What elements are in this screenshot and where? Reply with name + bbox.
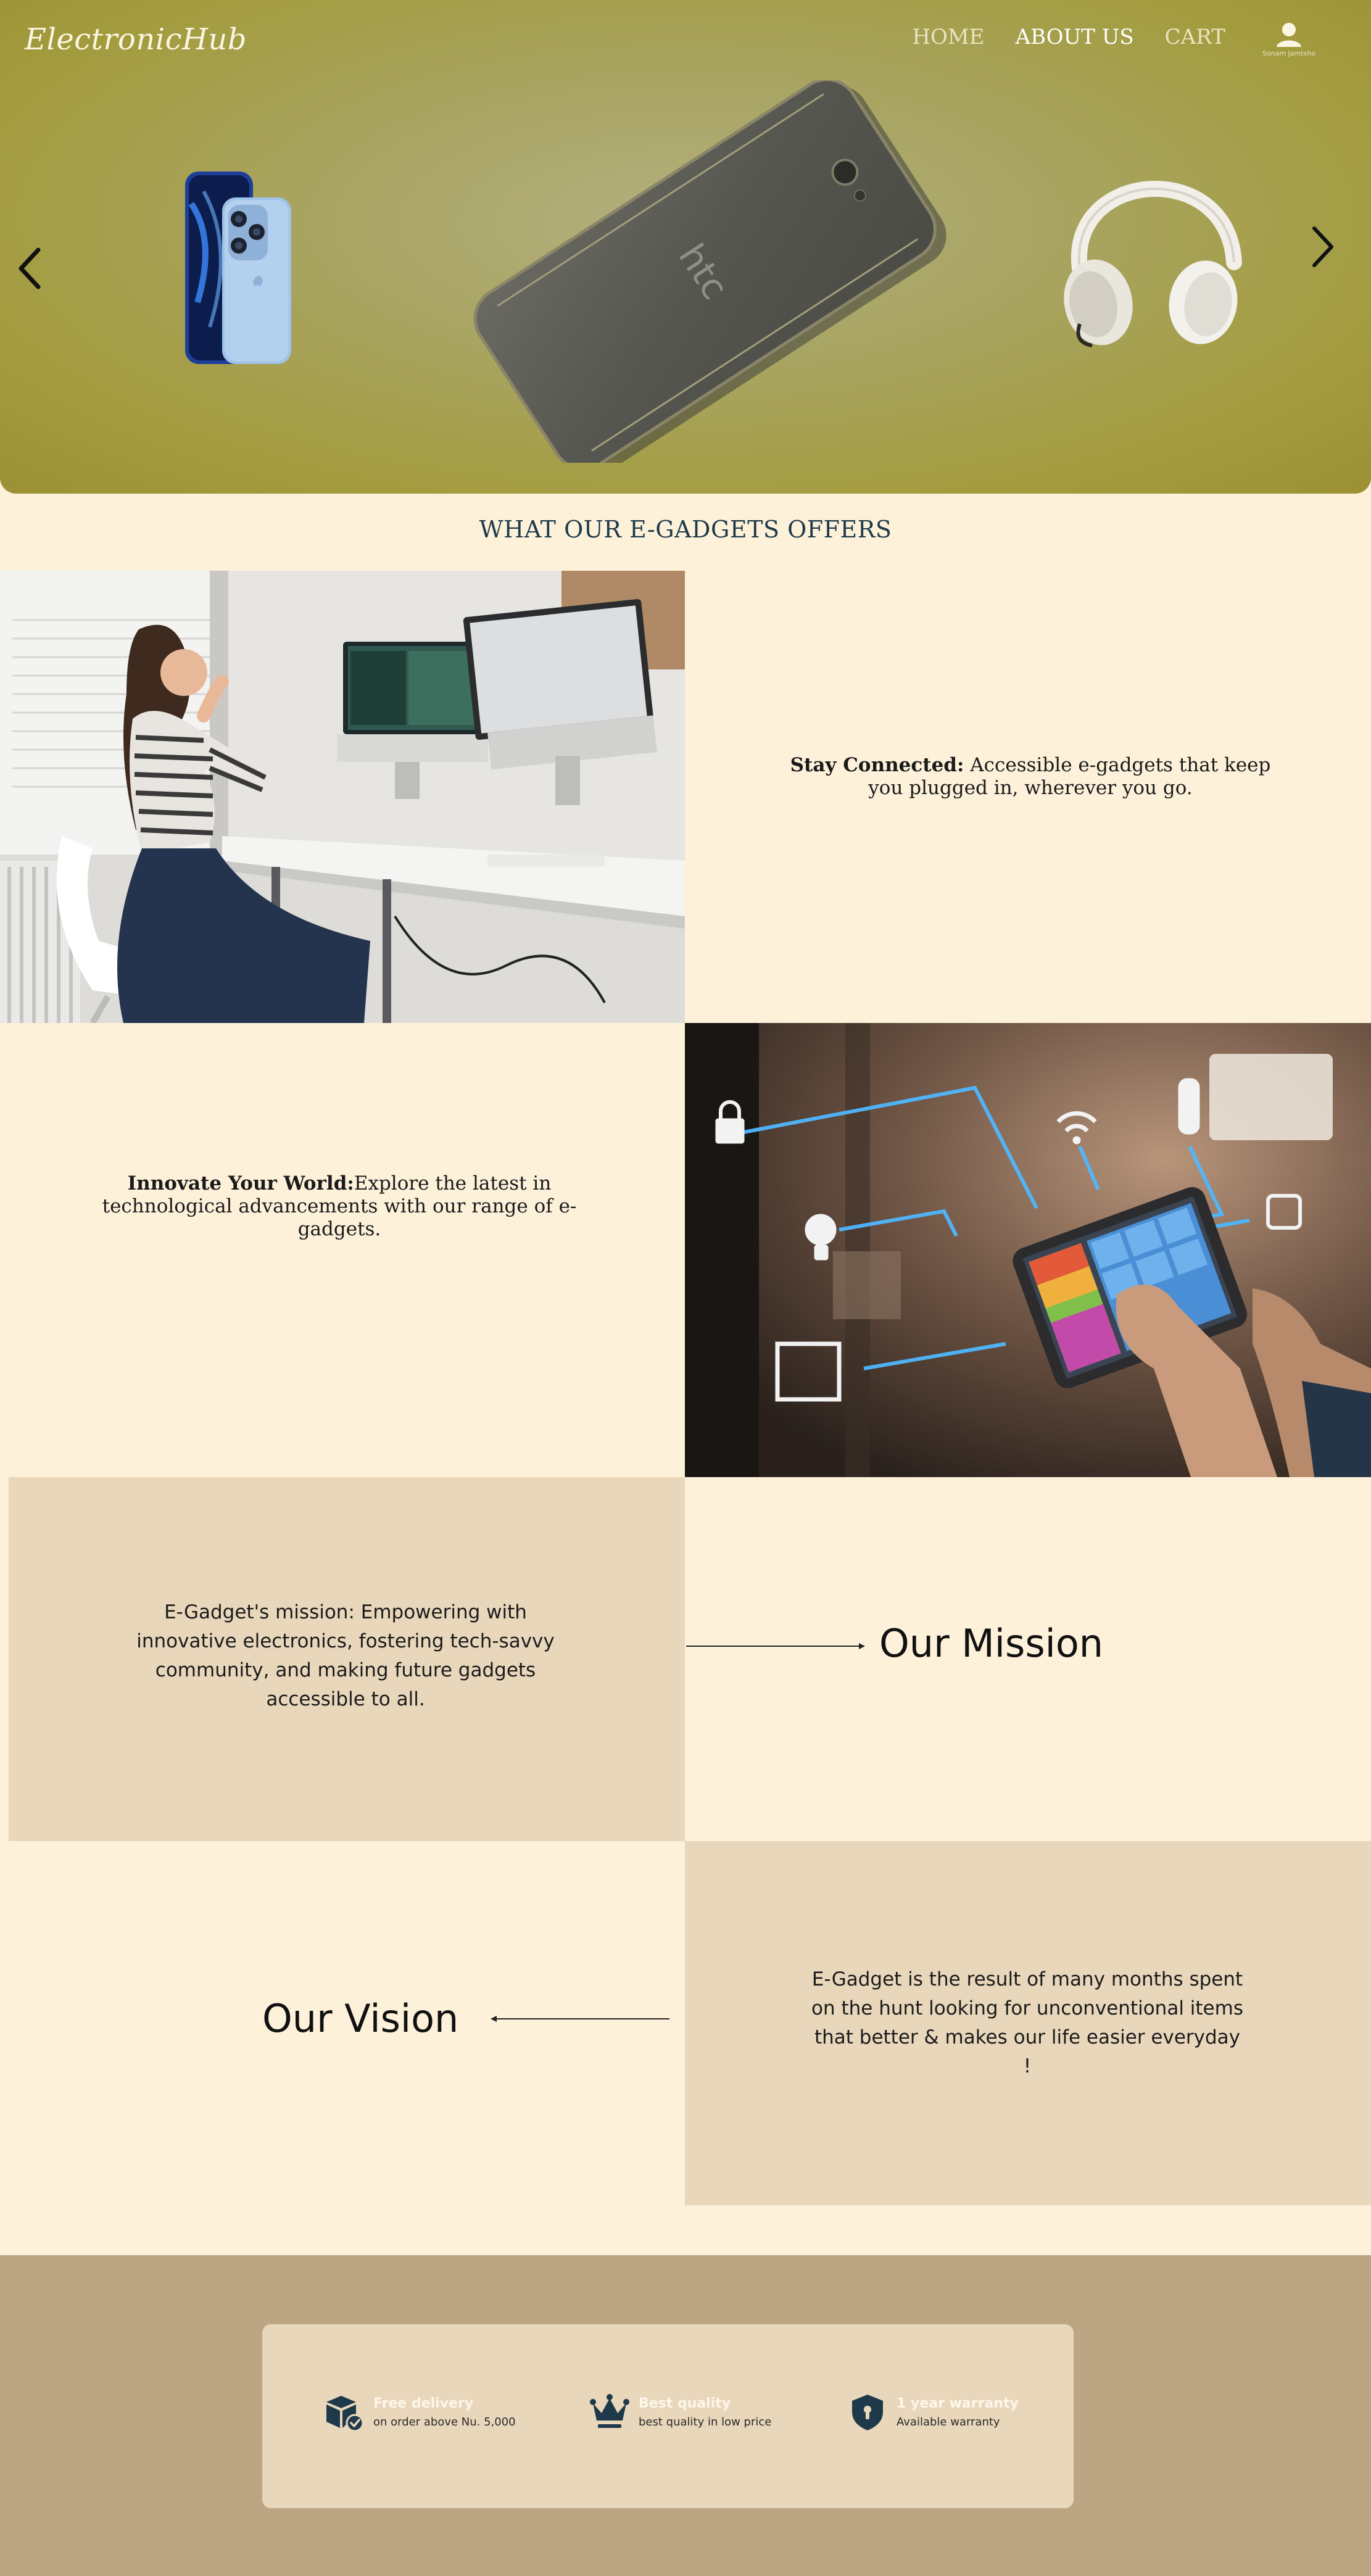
vision-text: E-Gadget is the result of many months sp…: [811, 1968, 1243, 2077]
feature-title: 1 year warranty: [897, 2396, 1019, 2411]
delivery-box-icon: [326, 2396, 364, 2432]
arrow-right-icon: [686, 1643, 865, 1649]
nav-cart[interactable]: CART: [1165, 23, 1225, 51]
brand-logo[interactable]: ElectronicHub: [25, 22, 247, 57]
workspace-photo: [0, 571, 685, 1023]
feature-subtitle: best quality in low price: [639, 2416, 772, 2429]
user-icon: [1276, 23, 1301, 47]
offer-stay-connected-title: Stay Connected:: [790, 754, 964, 776]
user-name: Sonam Jamtsho: [1262, 49, 1315, 57]
feature-best-quality: Best quality best quality in low price: [589, 2392, 771, 2433]
offer-innovate: Innovate Your World:Explore the latest i…: [99, 1172, 580, 1241]
main-nav: HOME ABOUT US CART Sonam Jamtsho: [912, 23, 1315, 57]
nav-home[interactable]: HOME: [912, 23, 984, 51]
shield-icon: [852, 2395, 883, 2430]
chevron-right-icon[interactable]: [1303, 222, 1340, 271]
offers-title: WHAT OUR E-GADGETS OFFERS: [479, 516, 892, 543]
iphone-image: [185, 172, 291, 364]
vision-heading: Our Vision: [262, 1996, 459, 2041]
chevron-left-icon[interactable]: [12, 244, 49, 293]
footer: Free delivery on order above Nu. 5,000 B…: [0, 2255, 1371, 2576]
feature-subtitle: on order above Nu. 5,000: [373, 2416, 516, 2429]
offer-stay-connected: Stay Connected: Accessible e-gadgets tha…: [777, 754, 1283, 800]
mission-text: E-Gadget's mission: Empowering with inno…: [136, 1601, 555, 1710]
crown-icon: [590, 2394, 629, 2428]
htc-phone-image: htc: [473, 80, 946, 463]
feature-warranty: 1 year warranty Available warranty: [847, 2392, 1019, 2433]
offer-innovate-title: Innovate Your World:: [127, 1172, 354, 1195]
headphones-image: [1064, 181, 1242, 347]
mission-heading: Our Mission: [879, 1621, 1104, 1666]
features-card: Free delivery on order above Nu. 5,000 B…: [262, 2324, 1074, 2508]
hero-carousel: ElectronicHub HOME ABOUT US CART Sonam J…: [0, 0, 1371, 494]
arrow-left-icon: [491, 2016, 669, 2022]
user-account[interactable]: Sonam Jamtsho: [1262, 19, 1315, 57]
nav-about-us[interactable]: ABOUT US: [1016, 23, 1134, 51]
feature-subtitle: Available warranty: [897, 2416, 1000, 2429]
smart-home-photo: [685, 1023, 1371, 1477]
feature-title: Best quality: [639, 2396, 731, 2411]
feature-free-delivery: Free delivery on order above Nu. 5,000: [324, 2392, 516, 2433]
feature-title: Free delivery: [373, 2396, 474, 2411]
